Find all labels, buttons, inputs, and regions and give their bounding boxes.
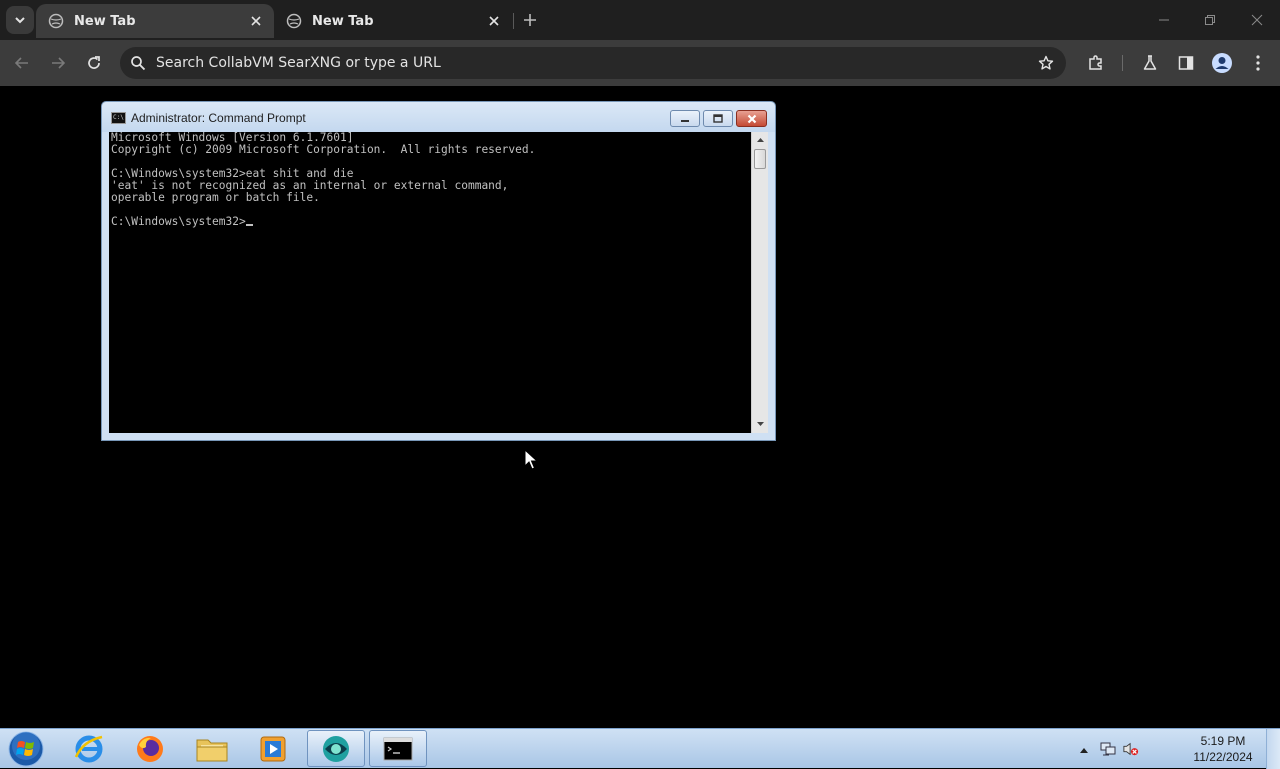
close-icon bbox=[251, 16, 261, 26]
vertical-scrollbar[interactable] bbox=[751, 132, 768, 433]
bookmark-star-button[interactable] bbox=[1036, 53, 1056, 73]
tab-title: New Tab bbox=[312, 13, 374, 29]
arrow-left-icon bbox=[14, 57, 28, 69]
firefox-icon bbox=[137, 735, 163, 762]
taskbar-app-command-prompt[interactable] bbox=[369, 730, 427, 767]
console-line: operable program or batch file. bbox=[111, 191, 320, 204]
windows-logo-icon bbox=[8, 731, 44, 767]
side-panel-button[interactable] bbox=[1174, 51, 1198, 75]
scroll-down-button[interactable] bbox=[752, 416, 768, 432]
new-tab-button[interactable] bbox=[520, 10, 540, 30]
folder-icon bbox=[196, 739, 228, 761]
globe-icon bbox=[286, 13, 302, 29]
console-line: Copyright (c) 2009 Microsoft Corporation… bbox=[111, 143, 536, 156]
back-button[interactable] bbox=[10, 51, 34, 75]
profile-icon bbox=[1212, 53, 1232, 73]
window-restore-button[interactable] bbox=[1199, 10, 1221, 30]
console-output[interactable]: Microsoft Windows [Version 6.1.7601] Cop… bbox=[109, 132, 751, 433]
menu-button[interactable] bbox=[1246, 51, 1270, 75]
side-panel-icon bbox=[1178, 56, 1194, 70]
star-icon bbox=[1038, 55, 1054, 70]
close-icon bbox=[489, 16, 499, 26]
toolbar-separator bbox=[1122, 55, 1123, 71]
chevron-down-icon bbox=[15, 17, 25, 24]
window-title: Administrator: Command Prompt bbox=[131, 111, 306, 125]
media-player-icon bbox=[260, 736, 286, 761]
scroll-thumb[interactable] bbox=[754, 149, 766, 169]
show-hidden-icons-button[interactable] bbox=[1076, 742, 1092, 758]
cmd-maximize-button[interactable] bbox=[703, 110, 733, 127]
tab-search-button[interactable] bbox=[6, 6, 34, 34]
volume-tray-button[interactable] bbox=[1123, 741, 1139, 757]
command-prompt-window[interactable]: C:\ Administrator: Command Prompt Micros… bbox=[101, 101, 776, 441]
cmd-minimize-button[interactable] bbox=[670, 110, 700, 127]
close-icon bbox=[1251, 14, 1263, 26]
chevron-up-icon bbox=[1080, 748, 1088, 753]
browser-toolbar bbox=[0, 40, 1280, 86]
minimize-icon bbox=[681, 119, 689, 122]
tab-title: New Tab bbox=[74, 13, 136, 29]
internet-explorer-icon bbox=[74, 735, 103, 762]
plus-icon bbox=[524, 14, 536, 26]
show-desktop-button[interactable] bbox=[1266, 729, 1280, 769]
mouse-pointer-icon bbox=[524, 449, 538, 470]
cmd-app-icon: C:\ bbox=[111, 112, 126, 124]
clock-time[interactable]: 5:19 PM bbox=[1186, 734, 1260, 748]
arrow-up-icon bbox=[756, 138, 764, 142]
tab-strip: New Tab New Tab bbox=[0, 0, 1280, 40]
browser-app-icon bbox=[323, 735, 349, 762]
page-viewport: C:\ Administrator: Command Prompt Micros… bbox=[0, 86, 1280, 728]
cmd-close-button[interactable] bbox=[736, 110, 767, 127]
omnibox[interactable] bbox=[120, 47, 1066, 79]
profile-button[interactable] bbox=[1210, 51, 1234, 75]
globe-icon bbox=[48, 13, 64, 29]
minimize-icon bbox=[1159, 19, 1169, 21]
network-icon bbox=[1100, 742, 1116, 756]
window-titlebar[interactable]: C:\ Administrator: Command Prompt bbox=[102, 102, 775, 132]
window-minimize-button[interactable] bbox=[1153, 10, 1175, 30]
puzzle-icon bbox=[1089, 55, 1102, 70]
close-icon bbox=[747, 114, 756, 123]
system-tray: 5:19 PM 11/22/2024 bbox=[1080, 729, 1280, 769]
address-input[interactable] bbox=[156, 47, 1016, 79]
labs-button[interactable] bbox=[1138, 51, 1162, 75]
search-icon bbox=[131, 56, 146, 71]
taskbar: 5:19 PM 11/22/2024 bbox=[0, 728, 1280, 769]
volume-muted-icon bbox=[1123, 742, 1139, 756]
window-close-button[interactable] bbox=[1246, 10, 1268, 30]
kebab-menu-icon bbox=[1256, 55, 1260, 71]
arrow-right-icon bbox=[52, 57, 66, 69]
reload-button[interactable] bbox=[82, 51, 106, 75]
start-button[interactable] bbox=[6, 730, 46, 768]
forward-button[interactable] bbox=[46, 51, 70, 75]
text-cursor bbox=[245, 224, 253, 226]
tab-close-button[interactable] bbox=[486, 13, 502, 29]
taskbar-app-file-explorer[interactable] bbox=[183, 730, 241, 767]
restore-icon bbox=[1205, 15, 1215, 25]
tab-new-tab-1[interactable]: New Tab bbox=[36, 4, 274, 38]
tab-close-button[interactable] bbox=[248, 13, 264, 29]
arrow-down-icon bbox=[756, 422, 764, 426]
flask-icon bbox=[1143, 55, 1157, 70]
tab-divider bbox=[513, 13, 514, 29]
clock-date[interactable]: 11/22/2024 bbox=[1186, 750, 1260, 764]
taskbar-app-browser[interactable] bbox=[307, 730, 365, 767]
network-tray-button[interactable] bbox=[1100, 741, 1116, 757]
taskbar-app-firefox[interactable] bbox=[121, 730, 179, 767]
command-prompt-icon bbox=[383, 737, 413, 760]
extensions-button[interactable] bbox=[1084, 51, 1108, 75]
tab-new-tab-2[interactable]: New Tab bbox=[274, 4, 512, 38]
taskbar-app-media-player[interactable] bbox=[244, 730, 302, 767]
console-prompt-line[interactable]: C:\Windows\system32> bbox=[111, 216, 749, 228]
console-prompt: C:\Windows\system32> bbox=[111, 215, 246, 228]
reload-icon bbox=[88, 56, 100, 69]
scroll-up-button[interactable] bbox=[752, 132, 768, 148]
taskbar-app-internet-explorer[interactable] bbox=[60, 730, 118, 767]
maximize-icon bbox=[713, 114, 723, 123]
